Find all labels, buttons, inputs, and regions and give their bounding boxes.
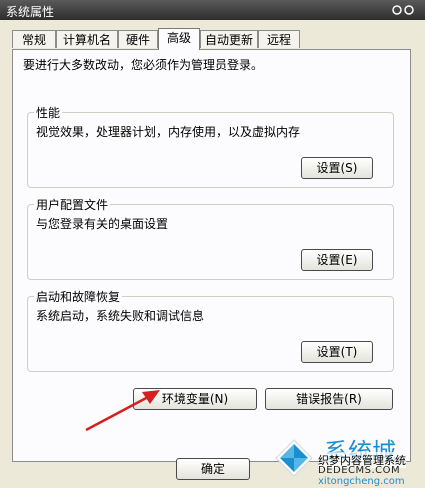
- tab-advanced[interactable]: 高级: [158, 28, 200, 50]
- ok-button[interactable]: 确定: [176, 458, 250, 480]
- performance-settings-button[interactable]: 设置(S): [301, 157, 373, 179]
- watermark-line3: xitongcheng.com: [318, 476, 405, 487]
- performance-group: 性能 视觉效果，处理器计划，内存使用，以及虚拟内存 设置(S): [27, 104, 394, 188]
- tab-remote[interactable]: 远程: [258, 30, 300, 48]
- tab-computer-name[interactable]: 计算机名: [56, 30, 118, 48]
- admin-notice: 要进行大多数改动，您必须作为管理员登录。: [23, 58, 264, 72]
- window-title: 系统属性: [6, 5, 55, 19]
- startup-recovery-group-title: 启动和故障恢复: [34, 288, 123, 305]
- performance-description: 视觉效果，处理器计划，内存使用，以及虚拟内存: [36, 125, 301, 139]
- title-bar: 系统属性: [0, 0, 425, 20]
- advanced-tab-panel: 要进行大多数改动，您必须作为管理员登录。 性能 视觉效果，处理器计划，内存使用，…: [12, 49, 411, 462]
- environment-variables-button[interactable]: 环境变量(N): [133, 388, 257, 410]
- startup-recovery-settings-button[interactable]: 设置(T): [301, 341, 373, 363]
- tab-general[interactable]: 常规: [12, 30, 56, 48]
- watermark-line2: DEDECMS.COM: [318, 465, 401, 476]
- startup-recovery-group: 启动和故障恢复 系统启动，系统失败和调试信息 设置(T): [27, 288, 394, 372]
- window-controls-icon[interactable]: [389, 5, 417, 15]
- performance-group-title: 性能: [34, 104, 63, 121]
- tab-hardware[interactable]: 硬件: [118, 30, 158, 48]
- tab-automatic-updates[interactable]: 自动更新: [200, 30, 258, 48]
- user-profiles-group-title: 用户配置文件: [34, 196, 111, 213]
- xitongcheng-logo-icon: [275, 439, 313, 477]
- error-reporting-button[interactable]: 错误报告(R): [265, 388, 393, 410]
- user-profiles-description: 与您登录有关的桌面设置: [36, 217, 169, 231]
- watermark: 系统城 织梦内容管理系统 DEDECMS.COM xitongcheng.com: [274, 432, 425, 488]
- user-profiles-settings-button[interactable]: 设置(E): [301, 249, 373, 271]
- startup-recovery-description: 系统启动，系统失败和调试信息: [36, 309, 205, 323]
- system-properties-dialog: 常规 计算机名 硬件 高级 自动更新 远程 要进行大多数改动，您必须作为管理员登…: [4, 20, 419, 488]
- user-profiles-group: 用户配置文件 与您登录有关的桌面设置 设置(E): [27, 196, 394, 280]
